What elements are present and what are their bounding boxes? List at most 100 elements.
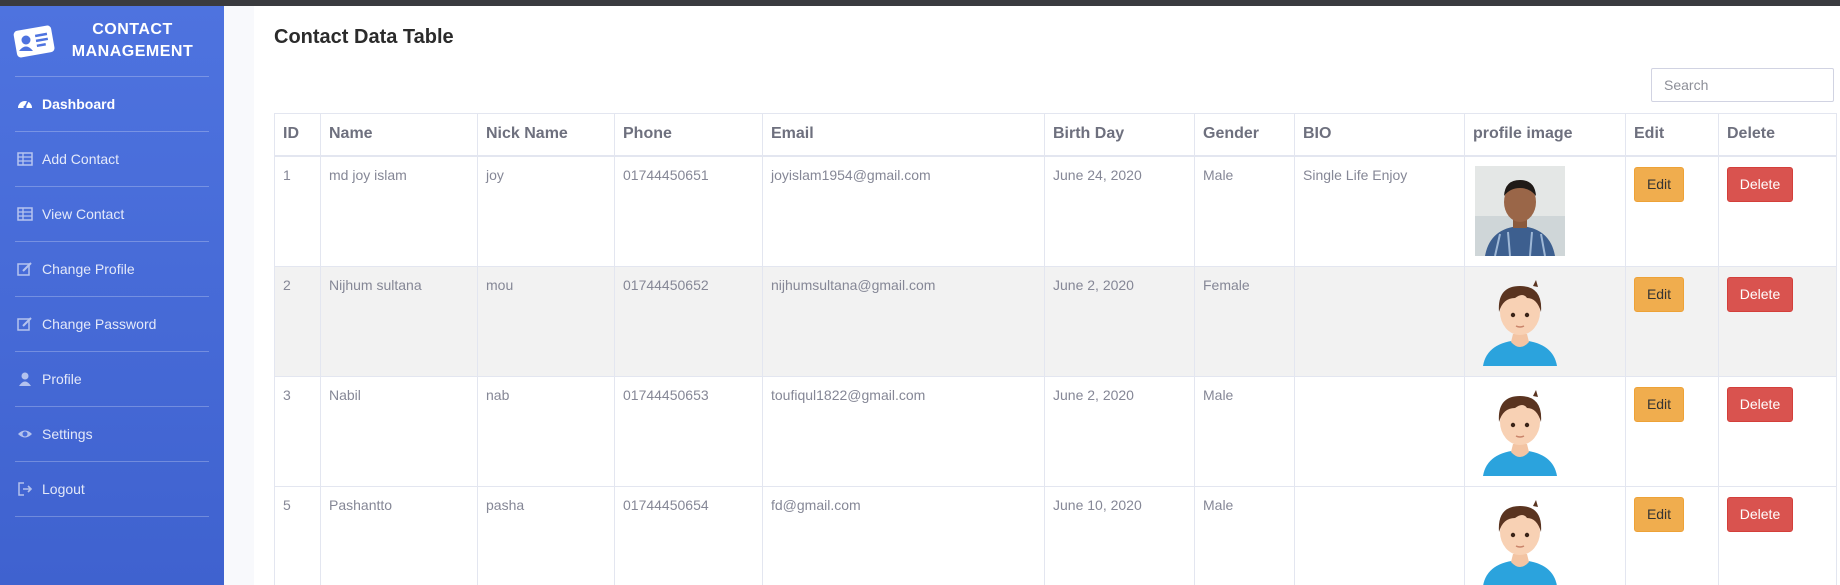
cell-email: toufiqul1822@gmail.com bbox=[762, 375, 1045, 487]
sidebar-item-label: Settings bbox=[42, 426, 93, 442]
cell-edit: Edit bbox=[1625, 485, 1719, 585]
column-header[interactable]: ID bbox=[274, 113, 321, 157]
cell-email: nijhumsultana@gmail.com bbox=[762, 265, 1045, 377]
table-row: 1 md joy islam joy 01744450651 joyislam1… bbox=[274, 155, 1837, 267]
cell-name: Nijhum sultana bbox=[320, 265, 478, 377]
default-avatar bbox=[1483, 279, 1557, 366]
brand-line-2: MANAGEMENT bbox=[71, 43, 194, 60]
cell-birthday: June 10, 2020 bbox=[1044, 485, 1195, 585]
user-icon bbox=[19, 372, 31, 386]
edit-button[interactable]: Edit bbox=[1634, 386, 1684, 422]
cell-edit: Edit bbox=[1625, 265, 1719, 377]
sidebar: CONTACT MANAGEMENT Dashboard Add Contact… bbox=[0, 6, 224, 585]
column-header[interactable]: Edit bbox=[1625, 113, 1719, 157]
edit-icon bbox=[17, 262, 32, 276]
sign-out-icon bbox=[18, 482, 33, 496]
brand-line-1: CONTACT bbox=[92, 21, 173, 38]
cell-email: fd@gmail.com bbox=[762, 485, 1045, 585]
sidebar-item-label: Profile bbox=[42, 371, 82, 387]
cell-profile-image bbox=[1464, 265, 1626, 377]
column-header[interactable]: Name bbox=[320, 113, 478, 157]
table-row: 3 Nabil nab 01744450653 toufiqul1822@gma… bbox=[274, 375, 1837, 487]
cell-bio bbox=[1294, 375, 1465, 487]
sidebar-divider bbox=[15, 516, 209, 517]
cell-phone: 01744450654 bbox=[614, 485, 763, 585]
sidebar-item-logout[interactable]: Logout bbox=[0, 462, 224, 516]
delete-button[interactable]: Delete bbox=[1727, 496, 1793, 532]
sidebar-item-label: Change Password bbox=[42, 316, 157, 332]
sidebar-item-label: View Contact bbox=[42, 206, 125, 222]
sidebar-item-label: Change Profile bbox=[42, 261, 135, 277]
cell-delete: Delete bbox=[1718, 265, 1837, 377]
sidebar-item-add-contact[interactable]: Add Contact bbox=[0, 132, 224, 186]
content-gutter bbox=[224, 6, 254, 585]
sidebar-item-change-password[interactable]: Change Password bbox=[0, 297, 224, 351]
cell-phone: 01744450652 bbox=[614, 265, 763, 377]
cell-phone: 01744450651 bbox=[614, 155, 763, 267]
cell-birthday: June 2, 2020 bbox=[1044, 375, 1195, 487]
edit-button[interactable]: Edit bbox=[1634, 276, 1684, 312]
delete-button[interactable]: Delete bbox=[1727, 386, 1793, 422]
cell-name: md joy islam bbox=[320, 155, 478, 267]
cell-birthday: June 2, 2020 bbox=[1044, 265, 1195, 377]
sidebar-item-settings[interactable]: Settings bbox=[0, 407, 224, 461]
sidebar-item-dashboard[interactable]: Dashboard bbox=[0, 77, 224, 131]
sidebar-item-view-contact[interactable]: View Contact bbox=[0, 187, 224, 241]
cell-phone: 01744450653 bbox=[614, 375, 763, 487]
edit-button[interactable]: Edit bbox=[1634, 166, 1684, 202]
column-header[interactable]: Email bbox=[762, 113, 1045, 157]
column-header[interactable]: Phone bbox=[614, 113, 763, 157]
column-header[interactable]: Gender bbox=[1194, 113, 1295, 157]
table-row: 5 Pashantto pasha 01744450654 fd@gmail.c… bbox=[274, 485, 1837, 585]
cell-id: 2 bbox=[274, 265, 321, 377]
cell-delete: Delete bbox=[1718, 375, 1837, 487]
page-title: Contact Data Table bbox=[274, 26, 454, 48]
cell-gender: Male bbox=[1194, 155, 1295, 267]
edit-button[interactable]: Edit bbox=[1634, 496, 1684, 532]
default-avatar bbox=[1483, 389, 1557, 476]
cell-email: joyislam1954@gmail.com bbox=[762, 155, 1045, 267]
cell-bio bbox=[1294, 485, 1465, 585]
eye-icon bbox=[18, 430, 32, 438]
cell-edit: Edit bbox=[1625, 375, 1719, 487]
cell-profile-image bbox=[1464, 485, 1626, 585]
cell-name: Nabil bbox=[320, 375, 478, 487]
contact-table: ID Name Nick Name Phone Email Birth Day … bbox=[274, 113, 1837, 585]
delete-button[interactable]: Delete bbox=[1727, 166, 1793, 202]
column-header[interactable]: Delete bbox=[1718, 113, 1837, 157]
cell-bio bbox=[1294, 265, 1465, 377]
column-header[interactable]: profile image bbox=[1464, 113, 1626, 157]
cell-delete: Delete bbox=[1718, 485, 1837, 585]
sidebar-item-label: Dashboard bbox=[42, 96, 116, 112]
cell-nick-name: joy bbox=[477, 155, 615, 267]
tachometer-icon bbox=[18, 100, 32, 109]
sidebar-item-label: Logout bbox=[42, 481, 85, 497]
cell-gender: Male bbox=[1194, 485, 1295, 585]
column-header[interactable]: BIO bbox=[1294, 113, 1465, 157]
cell-gender: Female bbox=[1194, 265, 1295, 377]
search-input[interactable] bbox=[1651, 68, 1834, 102]
profile-photo bbox=[1475, 165, 1565, 256]
delete-button[interactable]: Delete bbox=[1727, 276, 1793, 312]
table-header-row: ID Name Nick Name Phone Email Birth Day … bbox=[274, 113, 1837, 157]
table-icon bbox=[17, 152, 33, 166]
cell-nick-name: mou bbox=[477, 265, 615, 377]
cell-edit: Edit bbox=[1625, 155, 1719, 267]
sidebar-item-change-profile[interactable]: Change Profile bbox=[0, 242, 224, 296]
main-content: Contact Data Table ID Name Nick Name Pho… bbox=[254, 6, 1840, 585]
cell-delete: Delete bbox=[1718, 155, 1837, 267]
brand[interactable]: CONTACT MANAGEMENT bbox=[0, 6, 224, 76]
sidebar-item-label: Add Contact bbox=[42, 151, 120, 167]
cell-profile-image bbox=[1464, 155, 1626, 267]
cell-id: 3 bbox=[274, 375, 321, 487]
table-row: 2 Nijhum sultana mou 01744450652 nijhums… bbox=[274, 265, 1837, 377]
cell-gender: Male bbox=[1194, 375, 1295, 487]
cell-nick-name: nab bbox=[477, 375, 615, 487]
contact-card-icon bbox=[13, 25, 55, 58]
column-header[interactable]: Birth Day bbox=[1044, 113, 1195, 157]
sidebar-item-profile[interactable]: Profile bbox=[0, 352, 224, 406]
column-header[interactable]: Nick Name bbox=[477, 113, 615, 157]
table-icon bbox=[17, 207, 33, 221]
cell-birthday: June 24, 2020 bbox=[1044, 155, 1195, 267]
default-avatar bbox=[1483, 499, 1557, 585]
